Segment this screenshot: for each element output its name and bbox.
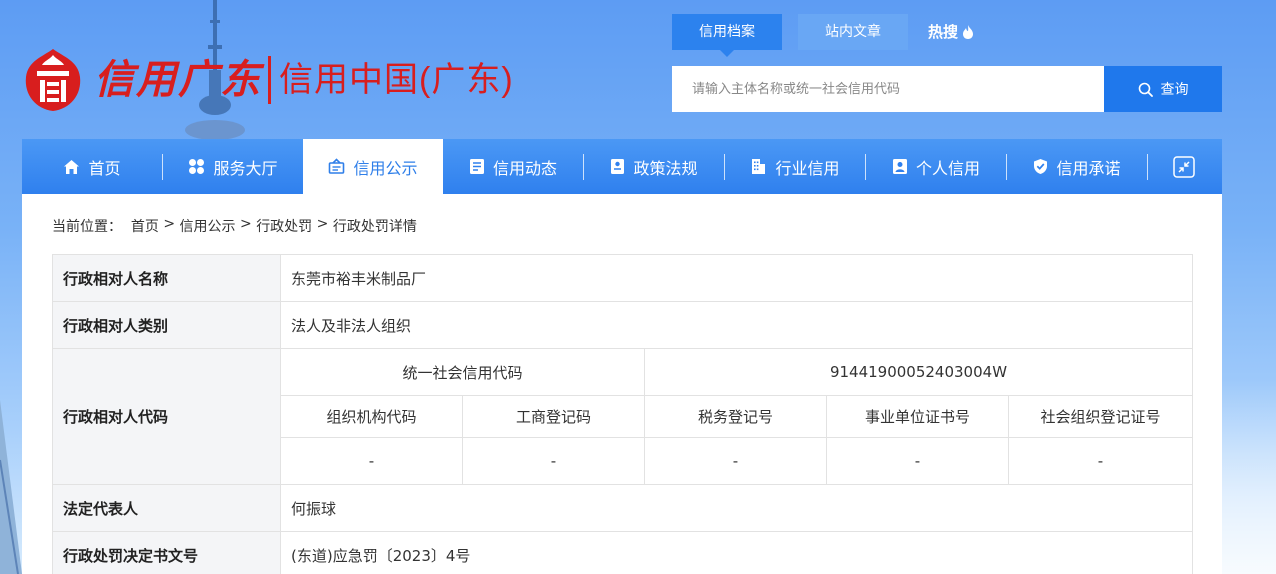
logo-calligraphy: 信用广东 [94, 56, 262, 103]
bridge-background [0, 400, 22, 574]
logo-emblem-icon [25, 49, 81, 111]
id-card-icon [892, 159, 907, 174]
search-tab-site-articles[interactable]: 站内文章 [798, 14, 908, 50]
collapse-icon [1173, 155, 1195, 178]
home-icon [64, 159, 80, 174]
search-input[interactable] [672, 66, 1104, 112]
search-tab-credit-archive[interactable]: 信用档案 [672, 14, 782, 57]
legal-rep-value: 何振球 [280, 484, 1193, 532]
nav-item-credit-commitment[interactable]: 信用承诺 [1007, 139, 1147, 194]
nav-item-personal-credit[interactable]: 个人信用 [866, 139, 1006, 194]
nav-item-policy[interactable]: 政策法规 [584, 139, 724, 194]
name-value: 东莞市裕丰米制品厂 [280, 254, 1193, 302]
nav-item-industry-credit[interactable]: 行业信用 [725, 139, 865, 194]
search-box: 查询 [672, 66, 1222, 112]
breadcrumb-credit-publicity[interactable]: 信用公示 [180, 216, 236, 236]
search-icon [1138, 82, 1153, 97]
breadcrumb: 当前位置： 首页 > 信用公示 > 行政处罚 > 行政处罚详情 [52, 216, 417, 236]
nav-label-credit-publicity: 信用公示 [353, 158, 418, 178]
table-row: 行政处罚决定书文号 (东道)应急罚〔2023〕4号 [52, 531, 1193, 574]
announcement-icon [329, 158, 345, 174]
nav-label-policy: 政策法规 [633, 158, 698, 178]
background-fade [1222, 380, 1276, 574]
table-row: 行政相对人名称 东莞市裕丰米制品厂 [52, 254, 1193, 302]
main-nav: 首页 服务大厅 信用公示 信用动态 政策法规 行业信用 个人信用 信用承诺 [22, 139, 1222, 194]
breadcrumb-admin-penalty[interactable]: 行政处罚 [256, 216, 312, 236]
uscc-label: 统一社会信用代码 [280, 348, 645, 396]
nav-collapse-button[interactable] [1148, 139, 1220, 194]
institution-cert-value: - [826, 437, 1009, 485]
business-reg-header: 工商登记码 [462, 395, 645, 438]
breadcrumb-prefix: 当前位置： [52, 219, 122, 235]
uscc-value: 91441900052403004W [644, 348, 1193, 396]
legal-rep-label: 法定代表人 [52, 484, 281, 532]
nav-label-home: 首页 [88, 158, 121, 178]
category-label: 行政相对人类别 [52, 301, 281, 349]
hot-search-label: 热搜 [928, 23, 959, 41]
nav-item-credit-publicity[interactable]: 信用公示 [303, 139, 443, 194]
code-label: 行政相对人代码 [52, 348, 281, 485]
news-icon [469, 159, 484, 174]
breadcrumb-home[interactable]: 首页 [131, 216, 159, 236]
nav-label-credit-news: 信用动态 [492, 158, 557, 178]
nav-label-service-hall: 服务大厅 [213, 158, 278, 178]
decision-no-value: (东道)应急罚〔2023〕4号 [280, 531, 1193, 574]
decision-no-label: 行政处罚决定书文号 [52, 531, 281, 574]
institution-cert-header: 事业单位证书号 [826, 395, 1009, 438]
tax-reg-header: 税务登记号 [644, 395, 827, 438]
nav-label-credit-commitment: 信用承诺 [1056, 158, 1121, 178]
table-row: 行政相对人代码 统一社会信用代码 91441900052403004W [52, 348, 1193, 485]
social-org-header: 社会组织登记证号 [1008, 395, 1193, 438]
building-icon [752, 159, 766, 174]
hot-search-link[interactable]: 热搜 [928, 14, 975, 50]
content-panel: 当前位置： 首页 > 信用公示 > 行政处罚 > 行政处罚详情 行政相对人名称 … [22, 194, 1222, 574]
name-label: 行政相对人名称 [52, 254, 281, 302]
search-button-label: 查询 [1160, 82, 1189, 98]
search-tabs: 信用档案 站内文章 热搜 [672, 14, 975, 57]
breadcrumb-current: 行政处罚详情 [332, 219, 417, 235]
nav-item-credit-news[interactable]: 信用动态 [443, 139, 583, 194]
logo-divider [268, 56, 271, 104]
social-org-value: - [1008, 437, 1193, 485]
tax-reg-value: - [644, 437, 827, 485]
book-icon [611, 159, 625, 174]
table-row: 行政相对人类别 法人及非法人组织 [52, 301, 1193, 349]
business-reg-value: - [462, 437, 645, 485]
nav-item-service-hall[interactable]: 服务大厅 [163, 139, 303, 194]
grid-icon [189, 159, 205, 174]
table-row: 法定代表人 何振球 [52, 484, 1193, 532]
penalty-detail-table: 行政相对人名称 东莞市裕丰米制品厂 行政相对人类别 法人及非法人组织 行政相对人… [52, 254, 1193, 574]
flame-icon [963, 25, 974, 39]
search-button[interactable]: 查询 [1104, 66, 1222, 112]
org-code-header: 组织机构代码 [280, 395, 463, 438]
shield-check-icon [1034, 159, 1048, 174]
logo-text: 信用中国(广东) [279, 61, 514, 99]
category-value: 法人及非法人组织 [280, 301, 1193, 349]
nav-item-home[interactable]: 首页 [22, 139, 162, 194]
nav-label-personal-credit: 个人信用 [915, 158, 980, 178]
org-code-value: - [280, 437, 463, 485]
nav-label-industry-credit: 行业信用 [775, 158, 840, 178]
site-logo[interactable]: 信用广东 信用中国(广东) [22, 44, 514, 116]
